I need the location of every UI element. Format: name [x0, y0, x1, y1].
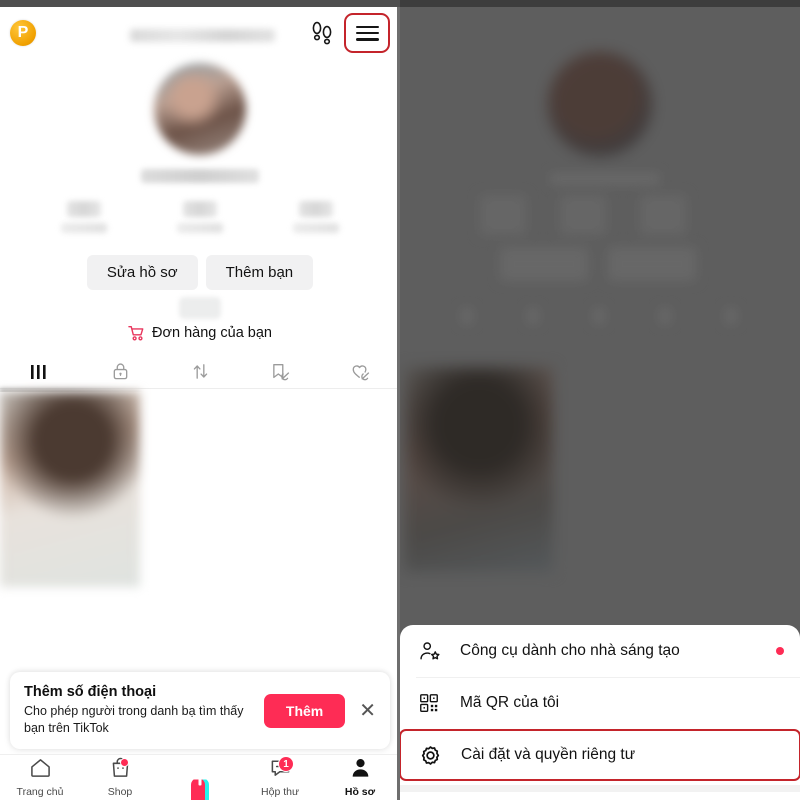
right-panel-menu-screen: Công cụ dành cho nhà sáng tạo Mã QR của …	[400, 0, 800, 800]
stat-likes[interactable]	[289, 201, 343, 233]
repost-arrows-icon	[191, 362, 210, 381]
hamburger-menu-button[interactable]	[344, 13, 390, 53]
profile-header: P	[0, 7, 400, 59]
status-badge-creator-tools	[776, 647, 784, 655]
tab-private[interactable]	[80, 355, 160, 388]
shopping-cart-icon	[128, 325, 145, 341]
top-strip-right	[400, 0, 800, 7]
tab-posts[interactable]	[0, 355, 80, 388]
profile-tab-bar	[0, 355, 400, 389]
nav-item-shop[interactable]: Shop	[80, 757, 160, 798]
stat-following[interactable]	[57, 201, 111, 233]
sheet-divider	[400, 785, 800, 792]
profile-action-buttons: Sửa hồ sơ Thêm bạn	[0, 255, 400, 290]
watermark-p-badge: P	[10, 20, 36, 46]
banner-subtitle: Cho phép người trong danh bạ tìm thấy bạ…	[24, 704, 244, 736]
menu-label-my-qr-code: Mã QR của tôi	[460, 694, 560, 711]
header-username-blurred	[130, 29, 275, 42]
menu-item-my-qr-code[interactable]: Mã QR của tôi	[400, 677, 800, 729]
your-orders-label: Đơn hàng của bạn	[152, 325, 272, 341]
bookmark-hidden-icon	[270, 362, 291, 381]
tab-saved[interactable]	[240, 355, 320, 388]
status-badge-shop	[120, 758, 129, 767]
nav-label-home: Trang chủ	[16, 786, 64, 798]
stat-followers-value	[183, 201, 217, 217]
header-actions	[310, 13, 390, 53]
home-icon	[29, 757, 52, 783]
stat-likes-label	[293, 223, 339, 233]
nav-item-home[interactable]: Trang chủ	[0, 757, 80, 798]
menu-item-creator-tools[interactable]: Công cụ dành cho nhà sáng tạo	[400, 625, 800, 677]
menu-label-creator-tools: Công cụ dành cho nhà sáng tạo	[460, 642, 680, 659]
menu-item-settings-and-privacy[interactable]: Cài đặt và quyền riêng tư	[400, 729, 800, 781]
bio-placeholder-blurred	[179, 297, 221, 319]
footprints-icon[interactable]	[310, 20, 334, 46]
add-friends-button[interactable]: Thêm bạn	[205, 255, 314, 290]
stat-followers[interactable]	[173, 201, 227, 233]
stat-likes-value	[299, 201, 333, 217]
person-star-icon	[416, 640, 442, 663]
nav-label-shop: Shop	[107, 786, 133, 798]
profile-stats	[0, 201, 400, 233]
lock-icon	[111, 362, 130, 381]
left-panel-profile-screen: P Sửa hồ sơ Thêm bạn Đơn hàng của bạn Th…	[0, 0, 400, 800]
edit-profile-button[interactable]: Sửa hồ sơ	[86, 255, 198, 290]
menu-label-settings-and-privacy: Cài đặt và quyền riêng tư	[461, 746, 636, 763]
avatar[interactable]	[154, 63, 246, 155]
tab-reposts[interactable]	[160, 355, 240, 388]
add-phone-banner: Thêm số điện thoại Cho phép người trong …	[10, 672, 390, 749]
heart-hidden-icon	[350, 362, 371, 381]
nav-item-inbox[interactable]: 1 Hộp thư	[240, 756, 320, 798]
nav-item-profile[interactable]: Hồ sơ	[320, 757, 400, 798]
stat-following-value	[67, 201, 101, 217]
nav-label-profile: Hồ sơ	[344, 786, 376, 798]
screenshot-stage: P Sửa hồ sơ Thêm bạn Đơn hàng của bạn Th…	[0, 0, 800, 800]
stat-following-label	[61, 223, 107, 233]
video-thumbnail[interactable]	[0, 392, 140, 587]
person-icon	[350, 757, 371, 783]
tab-liked[interactable]	[320, 355, 400, 388]
top-strip-left	[0, 0, 400, 7]
menu-bottom-sheet: Công cụ dành cho nhà sáng tạo Mã QR của …	[400, 625, 800, 800]
gear-icon	[417, 744, 443, 767]
hamburger-menu-icon	[355, 25, 379, 41]
bottom-navigation-bar: Trang chủ Shop 1 Hộp thư Hồ sơ	[0, 754, 400, 800]
banner-add-button[interactable]: Thêm	[263, 693, 346, 728]
banner-text: Thêm số điện thoại Cho phép người trong …	[24, 684, 256, 737]
username-blurred	[141, 169, 259, 183]
status-badge-inbox: 1	[278, 756, 294, 772]
banner-title: Thêm số điện thoại	[24, 684, 157, 701]
grid-icon	[29, 364, 51, 380]
top-strip	[0, 0, 800, 7]
your-orders-row[interactable]: Đơn hàng của bạn	[0, 325, 400, 341]
nav-label-inbox: Hộp thư	[261, 786, 299, 798]
stat-followers-label	[177, 223, 223, 233]
close-icon[interactable]: ✕	[353, 701, 382, 721]
profile-identity	[0, 59, 400, 233]
profile-screen: P Sửa hồ sơ Thêm bạn Đơn hàng của bạn Th…	[0, 7, 400, 800]
qr-code-icon	[416, 692, 442, 714]
